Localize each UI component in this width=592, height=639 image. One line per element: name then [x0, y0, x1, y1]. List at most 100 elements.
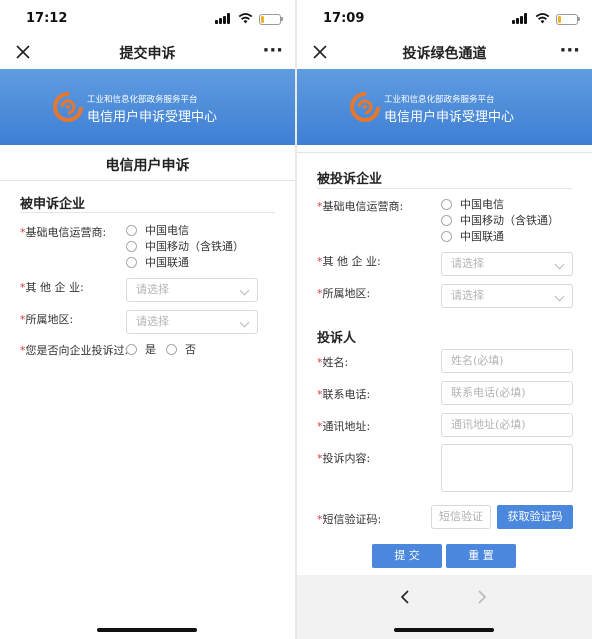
page-title: 电信用户申诉 — [105, 158, 190, 174]
nav-title: 投诉绿色通道 — [402, 46, 487, 62]
battery-icon — [259, 14, 283, 25]
chevron-down-icon — [554, 291, 565, 302]
radio-label: 中国移动（含铁通） — [460, 214, 559, 227]
submit-button[interactable]: 提 交 — [372, 544, 442, 568]
address-label: *通讯地址: — [317, 418, 370, 434]
content-textarea[interactable] — [441, 444, 573, 492]
radio-label: 中国电信 — [460, 198, 504, 211]
more-icon[interactable]: ··· — [559, 40, 580, 61]
phone-label: *联系电话: — [317, 386, 370, 402]
radio-china-unicom[interactable]: 中国联通 — [441, 229, 504, 243]
ministry-logo-icon — [350, 92, 380, 122]
radio-china-telecom[interactable]: 中国电信 — [441, 197, 504, 211]
content-label: *投诉内容: — [317, 450, 370, 466]
status-bar: 17:09 — [297, 0, 592, 38]
radio-china-unicom[interactable]: 中国联通 — [126, 255, 189, 269]
other-company-label-text: 其 他 企 业: — [322, 255, 381, 268]
back-arrow-icon[interactable] — [400, 589, 410, 605]
carrier-label: *基础电信运营商: — [20, 224, 106, 240]
radio-label: 是 — [145, 343, 156, 356]
radio-china-mobile[interactable]: 中国移动（含铁通） — [126, 239, 244, 253]
get-code-button[interactable]: 获取验证码 — [497, 505, 573, 529]
nav-title: 提交申诉 — [119, 46, 176, 62]
radio-label: 中国联通 — [145, 256, 189, 269]
radio-circle[interactable] — [126, 343, 137, 355]
nav-bar: 投诉绿色通道 ··· — [297, 38, 592, 69]
radio-circle[interactable] — [126, 256, 137, 268]
wifi-icon — [535, 13, 550, 24]
radio-no[interactable]: 否 — [166, 342, 196, 356]
region-label: *所属地区: — [317, 285, 370, 301]
address-input[interactable]: 通讯地址(必填) — [441, 413, 573, 437]
select-placeholder: 请选择 — [136, 315, 169, 328]
region-select[interactable]: 请选择 — [441, 284, 573, 308]
header-banner: 工业和信息化部政务服务平台 电信用户申诉受理中心 — [0, 69, 295, 145]
content-label-text: 投诉内容: — [322, 452, 371, 465]
more-icon[interactable]: ··· — [262, 40, 283, 61]
radio-circle[interactable] — [126, 240, 137, 252]
other-company-select[interactable]: 请选择 — [126, 278, 258, 302]
phone-screen-green-channel: 17:09 投诉绿色通道 ··· 工业和信息化部政务服务平台 电信用户申诉受理中… — [297, 0, 592, 639]
sms-code-label-text: 短信验证码: — [322, 513, 382, 526]
status-time: 17:09 — [323, 11, 365, 26]
other-company-label: *其 他 企 业: — [20, 279, 84, 295]
banner-subtitle: 工业和信息化部政务服务平台 — [87, 95, 198, 105]
ministry-logo-icon — [53, 92, 83, 122]
radio-circle[interactable] — [166, 343, 177, 355]
name-label-text: 姓名: — [322, 356, 349, 369]
other-company-label-text: 其 他 企 业: — [25, 281, 84, 294]
name-input[interactable]: 姓名(必填) — [441, 349, 573, 373]
complained-before-label: *您是否向企业投诉过: — [20, 342, 128, 358]
radio-circle[interactable] — [126, 224, 137, 236]
sms-code-input[interactable]: 短信验证 — [431, 505, 491, 529]
complained-before-label-text: 您是否向企业投诉过: — [25, 344, 129, 357]
divider — [297, 152, 592, 153]
other-company-select[interactable]: 请选择 — [441, 252, 573, 276]
status-time: 17:12 — [26, 11, 68, 26]
battery-icon — [556, 14, 580, 25]
chevron-down-icon — [239, 285, 250, 296]
banner-subtitle: 工业和信息化部政务服务平台 — [384, 95, 495, 105]
banner-title: 电信用户申诉受理中心 — [384, 110, 515, 125]
select-placeholder: 请选择 — [451, 289, 484, 302]
region-label-text: 所属地区: — [322, 287, 371, 300]
section-title-company: 被申诉企业 — [20, 197, 86, 212]
region-label: *所属地区: — [20, 311, 73, 327]
select-placeholder: 请选择 — [451, 257, 484, 270]
banner-title: 电信用户申诉受理中心 — [87, 110, 218, 125]
header-banner: 工业和信息化部政务服务平台 电信用户申诉受理中心 — [297, 69, 592, 145]
chevron-down-icon — [554, 259, 565, 270]
radio-label: 中国电信 — [145, 224, 189, 237]
phone-label-text: 联系电话: — [322, 388, 371, 401]
carrier-label-text: 基础电信运营商: — [322, 200, 404, 213]
radio-circle[interactable] — [441, 198, 452, 210]
phone-screen-complaint: 17:12 提交申诉 ··· 工业和信息化部政务服务平台 电信用户申诉受理中心 … — [0, 0, 295, 639]
chevron-down-icon — [239, 317, 250, 328]
nav-bar: 提交申诉 ··· — [0, 38, 295, 69]
radio-china-telecom[interactable]: 中国电信 — [126, 223, 189, 237]
radio-circle[interactable] — [441, 230, 452, 242]
radio-china-mobile[interactable]: 中国移动（含铁通） — [441, 213, 559, 227]
region-select[interactable]: 请选择 — [126, 310, 258, 334]
name-label: *姓名: — [317, 354, 348, 370]
reset-button[interactable]: 重 置 — [446, 544, 516, 568]
radio-yes[interactable]: 是 — [126, 342, 156, 356]
section-title-company: 被投诉企业 — [317, 172, 383, 187]
radio-label: 中国移动（含铁通） — [145, 240, 244, 253]
status-bar: 17:12 — [0, 0, 295, 38]
wifi-icon — [238, 13, 253, 24]
address-label-text: 通讯地址: — [322, 420, 371, 433]
forward-arrow-icon[interactable] — [477, 589, 487, 605]
home-indicator — [97, 628, 197, 632]
section-title-complainant: 投诉人 — [317, 331, 357, 346]
carrier-label: *基础电信运营商: — [317, 198, 403, 214]
phone-input[interactable]: 联系电话(必填) — [441, 381, 573, 405]
radio-label: 中国联通 — [460, 230, 504, 243]
divider — [0, 180, 295, 181]
signal-icon — [215, 13, 231, 24]
select-placeholder: 请选择 — [136, 283, 169, 296]
carrier-label-text: 基础电信运营商: — [25, 226, 107, 239]
divider — [317, 188, 572, 189]
radio-circle[interactable] — [441, 214, 452, 226]
other-company-label: *其 他 企 业: — [317, 253, 381, 269]
